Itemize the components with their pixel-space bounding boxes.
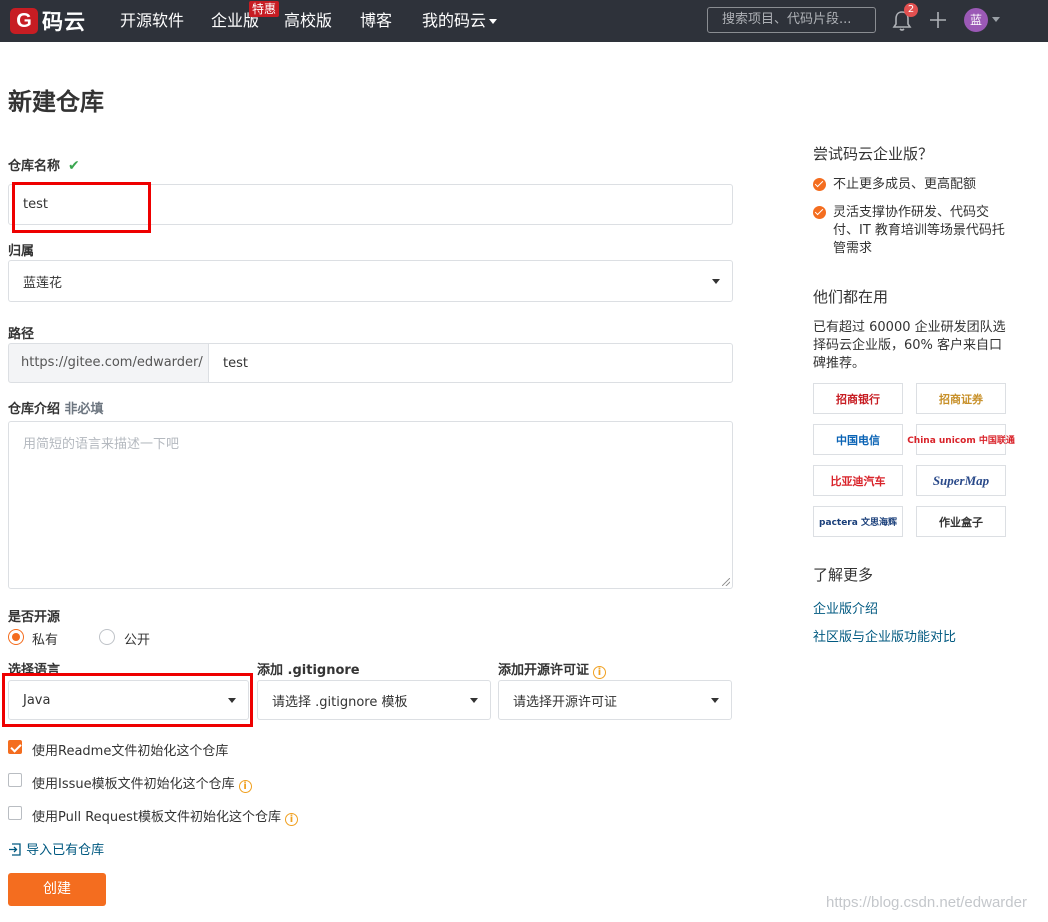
logo-china-unicom: China unicom 中国联通 bbox=[907, 424, 1015, 455]
checkbox-pr-template[interactable] bbox=[8, 806, 22, 820]
checkbox-issue-template[interactable] bbox=[8, 773, 22, 787]
try-enterprise-heading: 尝试码云企业版？ bbox=[813, 145, 934, 163]
info-icon[interactable]: i bbox=[238, 780, 252, 793]
chevron-down-icon bbox=[489, 19, 498, 24]
license-label: 添加开源许可证 i bbox=[498, 659, 607, 679]
chevron-down-icon[interactable] bbox=[992, 17, 1000, 22]
page-title: 新建仓库 bbox=[8, 88, 104, 116]
watermark: https://blog.csdn.net/edwarder bbox=[826, 894, 1027, 911]
logo-zuoyehezi: 作业盒子 bbox=[916, 506, 1006, 537]
info-icon[interactable]: i bbox=[593, 666, 607, 679]
caret-down-icon bbox=[712, 279, 720, 284]
license-select[interactable]: 请选择开源许可证 bbox=[498, 680, 732, 720]
language-label: 选择语言 bbox=[8, 663, 61, 678]
plus-icon[interactable] bbox=[928, 10, 948, 30]
desc-textarea[interactable]: 用简短的语言来描述一下吧 bbox=[8, 421, 733, 589]
logo-cmb: 招商银行 bbox=[813, 383, 903, 414]
check-icon: ✔ bbox=[68, 158, 80, 174]
owner-label: 归属 bbox=[8, 244, 35, 259]
learn-more-heading: 了解更多 bbox=[813, 566, 874, 584]
users-text: 已有超过 60000 企业研发团队选择码云企业版，60% 客户来自口碑推荐。 bbox=[813, 320, 1006, 371]
notification-count: 2 bbox=[904, 3, 918, 17]
caret-down-icon bbox=[470, 698, 478, 703]
desc-label-text: 仓库介绍 bbox=[8, 402, 61, 417]
benefit-item: 不止更多成员、更高配额 bbox=[813, 176, 1013, 194]
gitignore-label: 添加 .gitignore bbox=[257, 663, 360, 678]
enterprise-badge: 特惠 bbox=[249, 1, 280, 17]
path-input[interactable]: test bbox=[208, 343, 733, 383]
desc-placeholder: 用简短的语言来描述一下吧 bbox=[23, 437, 180, 452]
open-source-label: 是否开源 bbox=[8, 610, 61, 625]
import-repo-label: 导入已有仓库 bbox=[26, 843, 105, 858]
radio-private[interactable] bbox=[8, 629, 24, 645]
radio-private-label: 私有 bbox=[32, 633, 59, 648]
logo-pactera: pactera 文思海辉 bbox=[813, 506, 903, 537]
search-input[interactable]: 搜索项目、代码片段... bbox=[707, 7, 876, 33]
logo-supermap: SuperMap bbox=[916, 465, 1006, 496]
repo-name-label: 仓库名称 ✔ bbox=[8, 155, 80, 174]
checkbox-issue-label-text: 使用Issue模板文件初始化这个仓库 bbox=[32, 777, 235, 792]
check-circle-icon bbox=[813, 206, 826, 219]
repo-name-input[interactable]: test bbox=[8, 184, 733, 225]
nav-my-gitee[interactable]: 我的码云 bbox=[422, 0, 498, 42]
check-circle-icon bbox=[813, 178, 826, 191]
import-icon bbox=[9, 843, 21, 856]
logo-china-telecom: 中国电信 bbox=[813, 424, 903, 455]
language-value: Java bbox=[23, 692, 51, 708]
benefit-text: 不止更多成员、更高配额 bbox=[833, 177, 977, 192]
checkbox-pr-label-text: 使用Pull Request模板文件初始化这个仓库 bbox=[32, 810, 282, 825]
avatar[interactable]: 蓝 bbox=[964, 8, 988, 32]
desc-label: 仓库介绍 非必填 bbox=[8, 398, 104, 417]
checkbox-readme[interactable] bbox=[8, 740, 22, 754]
repo-name-label-text: 仓库名称 bbox=[8, 159, 61, 174]
repo-name-value: test bbox=[23, 197, 48, 212]
enterprise-intro-link[interactable]: 企业版介绍 bbox=[813, 598, 878, 617]
logo-byd: 比亚迪汽车 bbox=[813, 465, 903, 496]
info-icon[interactable]: i bbox=[285, 813, 299, 826]
path-value: test bbox=[223, 355, 248, 371]
desc-optional: 非必填 bbox=[64, 402, 104, 417]
edition-compare-link[interactable]: 社区版与企业版功能对比 bbox=[813, 626, 956, 645]
gitignore-select[interactable]: 请选择 .gitignore 模板 bbox=[257, 680, 491, 720]
checkbox-pr-label: 使用Pull Request模板文件初始化这个仓库 i bbox=[32, 806, 299, 826]
resize-handle[interactable] bbox=[722, 578, 730, 586]
path-label: 路径 bbox=[8, 327, 35, 342]
gitignore-value: 请选择 .gitignore 模板 bbox=[272, 694, 408, 710]
license-label-text: 添加开源许可证 bbox=[498, 663, 590, 678]
top-nav: G 码云 开源软件 企业版 特惠 高校版 博客 我的码云 搜索项目、代码片段..… bbox=[0, 0, 1048, 42]
checkbox-issue-label: 使用Issue模板文件初始化这个仓库 i bbox=[32, 773, 252, 793]
owner-select[interactable]: 蓝莲花 bbox=[8, 260, 733, 302]
owner-value: 蓝莲花 bbox=[23, 275, 63, 291]
logo-text: 码云 bbox=[42, 10, 86, 34]
users-heading: 他们都在用 bbox=[813, 288, 889, 306]
nav-my-gitee-label: 我的码云 bbox=[422, 11, 487, 30]
path-prefix: https://gitee.com/edwarder/ bbox=[8, 343, 209, 383]
radio-public-label: 公开 bbox=[124, 633, 151, 648]
import-repo-link[interactable]: 导入已有仓库 bbox=[8, 839, 104, 858]
benefit-item: 灵活支撑协作研发、代码交付、IT 教育培训等场景代码托管需求 bbox=[813, 204, 1013, 258]
nav-blog[interactable]: 博客 bbox=[360, 0, 392, 42]
checkbox-readme-label: 使用Readme文件初始化这个仓库 bbox=[32, 744, 229, 759]
caret-down-icon bbox=[711, 698, 719, 703]
nav-university[interactable]: 高校版 bbox=[284, 0, 332, 42]
logo-cms: 招商证券 bbox=[916, 383, 1006, 414]
language-select[interactable]: Java bbox=[8, 680, 249, 720]
caret-down-icon bbox=[228, 698, 236, 703]
benefit-text: 灵活支撑协作研发、代码交付、IT 教育培训等场景代码托管需求 bbox=[833, 205, 1005, 256]
radio-public[interactable] bbox=[99, 629, 115, 645]
create-button[interactable]: 创建 bbox=[8, 873, 106, 906]
nav-open-source[interactable]: 开源软件 bbox=[120, 0, 184, 42]
logo[interactable]: G 码云 bbox=[10, 6, 86, 36]
logo-mark: G bbox=[10, 8, 38, 34]
license-value: 请选择开源许可证 bbox=[513, 694, 618, 710]
